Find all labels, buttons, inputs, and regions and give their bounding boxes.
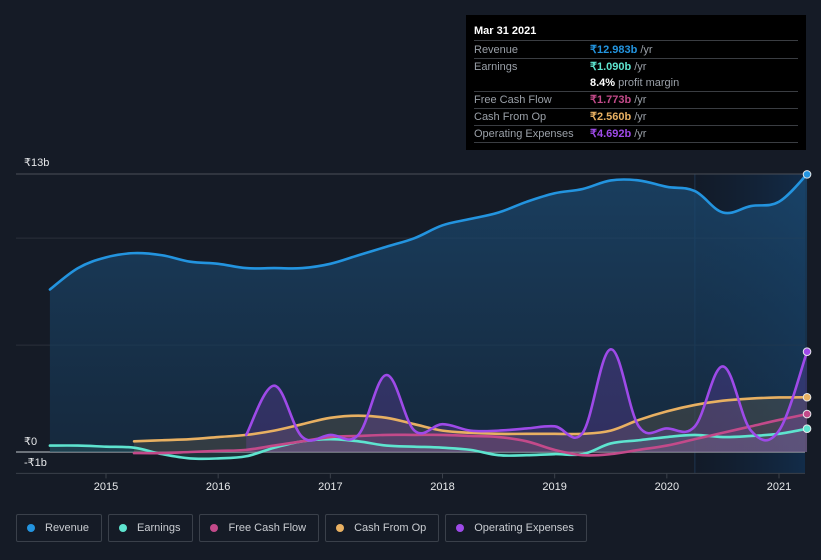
- legend-dot-icon: [210, 524, 219, 532]
- legend-dot-icon: [456, 524, 465, 532]
- legend-item-free-cash-flow[interactable]: Free Cash Flow: [199, 514, 320, 542]
- tooltip-label: Cash From Op: [474, 111, 547, 123]
- legend-label: Earnings: [137, 522, 181, 534]
- tooltip-unit: /yr: [634, 111, 647, 123]
- legend-label: Operating Expenses: [474, 522, 574, 534]
- y-tick-label-bottom: -₹1b: [24, 457, 47, 469]
- legend-label: Revenue: [45, 522, 90, 534]
- tooltip-unit: /yr: [634, 61, 647, 73]
- tooltip-label: Operating Expenses: [474, 128, 574, 140]
- legend-dot-icon: [119, 524, 128, 532]
- tooltip-unit: /yr: [634, 128, 647, 140]
- tooltip-label: Revenue: [474, 44, 519, 56]
- x-tick-label: 2020: [654, 481, 680, 493]
- x-tick-label: 2021: [766, 481, 792, 493]
- legend-item-revenue[interactable]: Revenue: [16, 514, 103, 542]
- tooltip: Mar 31 2021 Revenue ₹12.983b /yr Earning…: [466, 15, 806, 150]
- tooltip-row-profit-margin: 8.4% profit margin: [474, 75, 798, 92]
- x-tick-label: 2018: [430, 481, 455, 493]
- tooltip-label: Free Cash Flow: [474, 94, 552, 106]
- tooltip-label: [474, 75, 590, 91]
- y-tick-label-zero: ₹0: [24, 436, 38, 448]
- x-tick-label: 2017: [318, 481, 343, 493]
- endpoint-revenue: [802, 170, 812, 179]
- tooltip-value: ₹4.692b: [590, 128, 632, 140]
- x-tick-label: 2016: [205, 481, 231, 493]
- tooltip-row-free-cash-flow: Free Cash Flow ₹1.773b /yr: [474, 92, 798, 109]
- tooltip-unit: profit margin: [618, 77, 680, 89]
- tooltip-row-earnings: Earnings ₹1.090b /yr: [474, 59, 798, 75]
- tooltip-value: ₹2.560b: [590, 111, 632, 123]
- x-tick-label: 2019: [542, 481, 567, 493]
- tooltip-unit: /yr: [634, 94, 647, 106]
- legend-item-cash-from-op[interactable]: Cash From Op: [325, 514, 440, 542]
- tooltip-value: 8.4%: [590, 77, 616, 89]
- tooltip-row-revenue: Revenue ₹12.983b /yr: [474, 42, 798, 59]
- y-tick-label-top: ₹13b: [24, 157, 50, 169]
- tooltip-value: ₹12.983b: [590, 44, 638, 56]
- tooltip-row-cash-from-op: Cash From Op ₹2.560b /yr: [474, 109, 798, 126]
- legend-dot-icon: [336, 524, 345, 532]
- x-tick-label: 2015: [93, 481, 119, 493]
- legend-label: Cash From Op: [354, 522, 427, 534]
- endpoint-cash-from-op: [802, 392, 812, 402]
- endpoint-free-cash-flow: [802, 409, 812, 419]
- endpoint-operating-expenses: [802, 347, 812, 356]
- tooltip-value: ₹1.090b: [590, 61, 632, 73]
- tooltip-unit: /yr: [640, 44, 653, 56]
- tooltip-row-operating-expenses: Operating Expenses ₹4.692b /yr: [474, 126, 798, 143]
- tooltip-value: ₹1.773b: [590, 94, 632, 106]
- legend-dot-icon: [27, 524, 35, 532]
- legend-label: Free Cash Flow: [228, 522, 307, 534]
- legend-item-operating-expenses[interactable]: Operating Expenses: [445, 514, 587, 542]
- series-areas: [49, 174, 808, 459]
- legend-item-earnings[interactable]: Earnings: [108, 514, 194, 542]
- tooltip-date: Mar 31 2021: [474, 23, 798, 41]
- legend: Revenue Earnings Free Cash Flow Cash Fro…: [16, 514, 587, 542]
- tooltip-label: Earnings: [474, 61, 518, 73]
- endpoint-earnings: [802, 424, 812, 433]
